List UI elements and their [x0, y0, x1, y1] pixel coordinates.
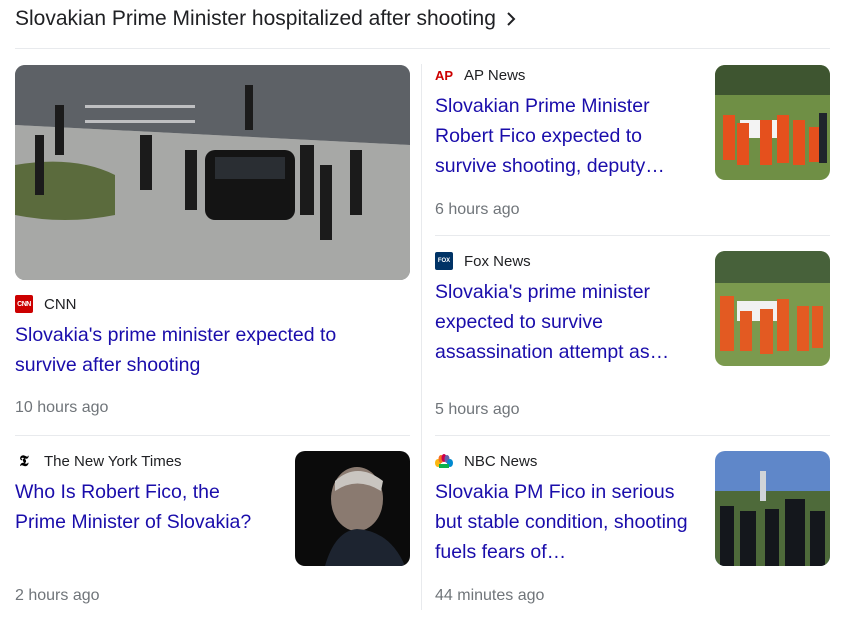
news-time: 5 hours ago	[435, 401, 520, 418]
news-image-cnn	[15, 65, 410, 280]
news-card-fox[interactable]: FOX Fox News Slovakia's prime minister e…	[435, 251, 830, 421]
source-name: The New York Times	[44, 452, 182, 470]
news-card-nbc[interactable]: NBC News Slovakia PM Fico in serious but…	[435, 451, 830, 611]
header-divider	[15, 48, 830, 49]
source-name: NBC News	[464, 452, 538, 470]
news-image-nyt	[295, 451, 410, 566]
news-time: 44 minutes ago	[435, 587, 545, 604]
news-headline[interactable]: Who Is Robert Fico, the Prime Minister o…	[15, 477, 275, 537]
card-divider	[15, 435, 410, 436]
news-image-ap	[715, 65, 830, 180]
card-divider	[435, 235, 830, 236]
news-headline[interactable]: Slovakian Prime Minister Robert Fico exp…	[435, 91, 690, 181]
news-image-fox	[715, 251, 830, 366]
column-divider	[421, 64, 422, 610]
news-card-cnn[interactable]: CNN CNN Slovakia's prime minister expect…	[15, 65, 410, 425]
ap-logo-icon: AP	[434, 67, 454, 83]
story-header[interactable]: Slovakian Prime Minister hospitalized af…	[15, 4, 520, 34]
news-card-ap[interactable]: AP AP News Slovakian Prime Minister Robe…	[435, 65, 830, 225]
chevron-right-icon	[506, 11, 520, 27]
news-headline[interactable]: Slovakia's prime minister expected to su…	[435, 277, 690, 367]
news-time: 2 hours ago	[15, 587, 100, 604]
news-source-nyt: 𝕿 The New York Times	[15, 451, 275, 471]
fox-news-logo-icon: FOX	[435, 252, 453, 270]
news-card-nyt[interactable]: 𝕿 The New York Times Who Is Robert Fico,…	[15, 451, 410, 611]
news-source-ap: AP AP News	[435, 65, 690, 85]
news-time: 10 hours ago	[15, 399, 109, 416]
news-source-fox: FOX Fox News	[435, 251, 690, 271]
news-source-nbc: NBC News	[435, 451, 690, 471]
news-headline[interactable]: Slovakia's prime minister expected to su…	[15, 320, 395, 380]
nbc-peacock-logo-icon	[435, 452, 453, 470]
story-title: Slovakian Prime Minister hospitalized af…	[15, 7, 496, 30]
source-name: CNN	[44, 295, 77, 313]
source-name: Fox News	[464, 252, 531, 270]
card-divider	[435, 435, 830, 436]
source-name: AP News	[464, 66, 526, 84]
cnn-logo-icon: CNN	[15, 295, 33, 313]
news-source-cnn: CNN CNN	[15, 294, 410, 314]
news-image-nbc	[715, 451, 830, 566]
news-time: 6 hours ago	[435, 201, 520, 218]
nyt-logo-icon: 𝕿	[19, 452, 29, 470]
news-headline[interactable]: Slovakia PM Fico in serious but stable c…	[435, 477, 690, 567]
